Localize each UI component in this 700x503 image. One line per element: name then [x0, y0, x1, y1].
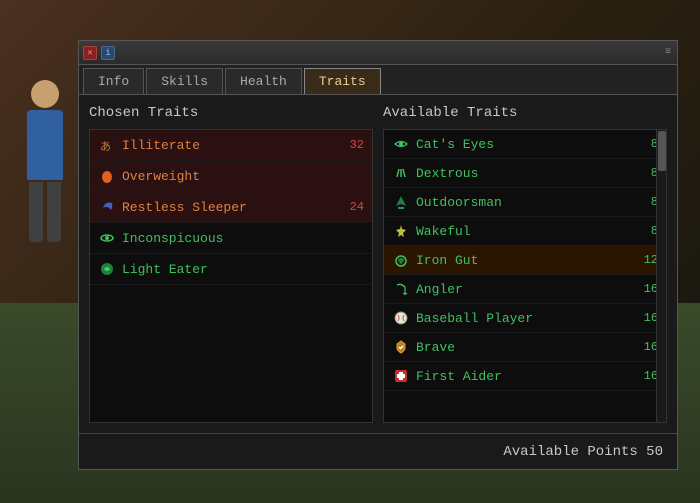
char-body: [27, 110, 63, 180]
restless-sleeper-icon: [98, 198, 116, 216]
trait-light-eater[interactable]: Light Eater: [90, 254, 372, 285]
available-traits-title: Available Traits: [383, 105, 667, 121]
available-traits-list: Cat's Eyes 8 Dextrous 8 Outdoorsman 8: [383, 129, 667, 423]
dextrous-cost: 8: [638, 166, 658, 180]
trait-baseball-player[interactable]: Baseball Player 16: [384, 304, 666, 333]
dextrous-name: Dextrous: [416, 166, 632, 181]
overweight-name: Overweight: [122, 169, 338, 184]
info-button[interactable]: i: [101, 46, 115, 60]
svg-text:あ: あ: [100, 140, 111, 153]
outdoorsman-name: Outdoorsman: [416, 195, 632, 210]
trait-dextrous[interactable]: Dextrous 8: [384, 159, 666, 188]
first-aider-name: First Aider: [416, 369, 632, 384]
chosen-traits-section: Chosen Traits あ Illiterate 32 Overweight: [89, 105, 373, 423]
restless-sleeper-cost: 24: [344, 200, 364, 214]
tab-skills[interactable]: Skills: [146, 68, 223, 94]
char-leg-left: [29, 182, 43, 242]
trait-brave[interactable]: Brave 16: [384, 333, 666, 362]
bottom-bar: Available Points 50: [79, 433, 677, 469]
outdoorsman-icon: [392, 193, 410, 211]
scrollbar-thumb[interactable]: [658, 131, 666, 171]
light-eater-name: Light Eater: [122, 262, 338, 277]
char-leg-right: [47, 182, 61, 242]
trait-overweight[interactable]: Overweight: [90, 161, 372, 192]
iron-gut-cost: 12: [638, 253, 658, 267]
wakeful-name: Wakeful: [416, 224, 632, 239]
angler-cost: 16: [638, 282, 658, 296]
tab-info[interactable]: Info: [83, 68, 144, 94]
char-legs: [10, 182, 80, 242]
restless-sleeper-name: Restless Sleeper: [122, 200, 338, 215]
trait-illiterate[interactable]: あ Illiterate 32: [90, 130, 372, 161]
cats-eyes-icon: [392, 135, 410, 153]
cats-eyes-cost: 8: [638, 137, 658, 151]
baseball-player-cost: 16: [638, 311, 658, 325]
tab-traits[interactable]: Traits: [304, 68, 381, 94]
tab-health[interactable]: Health: [225, 68, 302, 94]
first-aider-cost: 16: [638, 369, 658, 383]
iron-gut-name: Iron Gut: [416, 253, 632, 268]
trait-restless-sleeper[interactable]: Restless Sleeper 24: [90, 192, 372, 223]
available-traits-scrollbar[interactable]: [656, 130, 666, 422]
wakeful-cost: 8: [638, 224, 658, 238]
available-points-label: Available Points 50: [503, 444, 663, 460]
character-avatar: [10, 80, 80, 280]
content-area: Chosen Traits あ Illiterate 32 Overweight: [79, 95, 677, 433]
trait-iron-gut[interactable]: Iron Gut 12: [384, 246, 666, 275]
drag-handle: ≡: [665, 47, 671, 58]
title-bar: ✕ i ≡: [79, 41, 677, 65]
main-window: ✕ i ≡ Info Skills Health Traits Chosen T…: [78, 40, 678, 470]
inconspicuous-icon: [98, 229, 116, 247]
light-eater-icon: [98, 260, 116, 278]
trait-inconspicuous[interactable]: Inconspicuous: [90, 223, 372, 254]
first-aider-icon: [392, 367, 410, 385]
chosen-traits-title: Chosen Traits: [89, 105, 373, 121]
tab-bar: Info Skills Health Traits: [79, 65, 677, 95]
wakeful-icon: [392, 222, 410, 240]
dextrous-icon: [392, 164, 410, 182]
close-button[interactable]: ✕: [83, 46, 97, 60]
available-traits-section: Available Traits Cat's Eyes 8 Dextrous 8: [383, 105, 667, 423]
illiterate-cost: 32: [344, 138, 364, 152]
trait-outdoorsman[interactable]: Outdoorsman 8: [384, 188, 666, 217]
trait-angler[interactable]: Angler 16: [384, 275, 666, 304]
angler-name: Angler: [416, 282, 632, 297]
outdoorsman-cost: 8: [638, 195, 658, 209]
iron-gut-icon: [392, 251, 410, 269]
illiterate-icon: あ: [98, 136, 116, 154]
chosen-traits-list: あ Illiterate 32 Overweight Res: [89, 129, 373, 423]
overweight-icon: [98, 167, 116, 185]
char-head: [31, 80, 59, 108]
trait-cats-eyes[interactable]: Cat's Eyes 8: [384, 130, 666, 159]
brave-cost: 16: [638, 340, 658, 354]
trait-first-aider[interactable]: First Aider 16: [384, 362, 666, 391]
baseball-player-name: Baseball Player: [416, 311, 632, 326]
baseball-player-icon: [392, 309, 410, 327]
angler-icon: [392, 280, 410, 298]
trait-wakeful[interactable]: Wakeful 8: [384, 217, 666, 246]
cats-eyes-name: Cat's Eyes: [416, 137, 632, 152]
illiterate-name: Illiterate: [122, 138, 338, 153]
inconspicuous-name: Inconspicuous: [122, 231, 338, 246]
brave-icon: [392, 338, 410, 356]
brave-name: Brave: [416, 340, 632, 355]
